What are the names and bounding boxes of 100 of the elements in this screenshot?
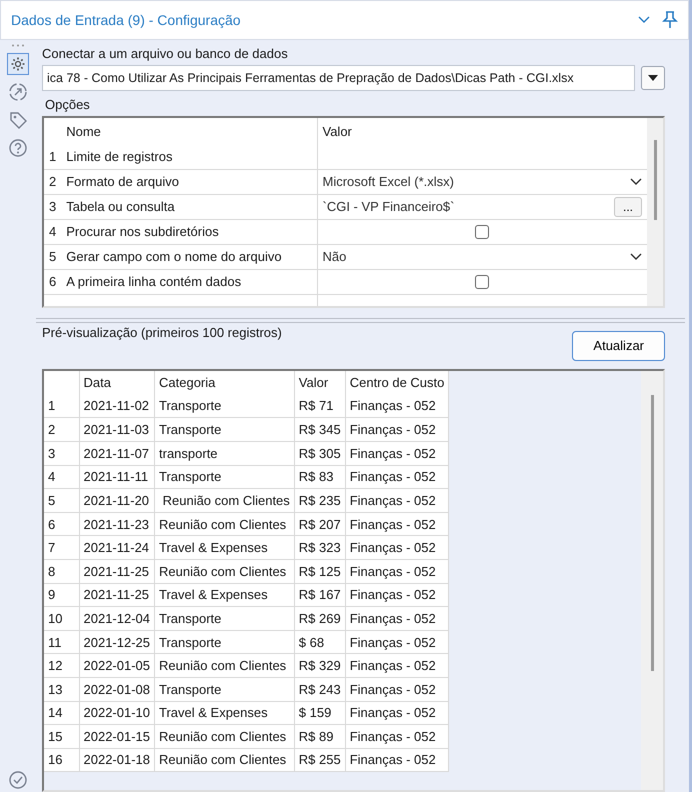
row-number: 14: [44, 701, 79, 725]
option-name: Limite de registros: [61, 144, 317, 169]
table-cell: Finanças - 052: [345, 677, 449, 701]
table-cell: Finanças - 052: [345, 441, 449, 466]
table-cell: Travel & Expenses: [154, 536, 294, 560]
scrollbar-thumb[interactable]: [654, 140, 656, 220]
row-number: 5: [44, 244, 62, 269]
row-number: 3: [44, 441, 79, 466]
table-cell: 2021-11-03: [79, 418, 154, 442]
table-cell: 2022-01-15: [79, 724, 154, 748]
table-cell: Travel & Expenses: [154, 583, 294, 607]
table-cell: R$ 125: [294, 559, 346, 584]
caret-icon: [648, 75, 658, 81]
option-name: Tabela ou consulta: [61, 194, 317, 219]
more-icon[interactable]: [10, 44, 26, 47]
dropdown-button[interactable]: [641, 66, 665, 90]
checkbox[interactable]: [475, 274, 490, 288]
table-cell: 2021-12-04: [79, 606, 154, 630]
column-header: Categoria: [154, 370, 294, 394]
chevron-down-icon: [630, 178, 642, 186]
table-cell: 2022-01-05: [79, 654, 154, 678]
table-cell: R$ 345: [294, 418, 346, 442]
table-cell: R$ 329: [294, 654, 346, 678]
row-number: 13: [44, 677, 79, 701]
table-cell: Finanças - 052: [345, 748, 449, 772]
connect-label: Conectar a um arquivo ou banco de dados: [42, 46, 289, 61]
table-cell: Finanças - 052: [345, 724, 449, 748]
table-cell: Finanças - 052: [345, 418, 449, 442]
refresh-button[interactable]: Atualizar: [572, 330, 665, 361]
table-cell: 2021-11-02: [79, 394, 154, 418]
column-header: Valor: [294, 370, 346, 394]
row-number: 16: [44, 748, 79, 772]
row-number: 1: [44, 144, 62, 169]
table-cell: R$ 269: [294, 606, 346, 630]
table-cell: 2022-01-10: [79, 701, 154, 725]
option-value[interactable]: `CGI - VP Financeiro$`: [322, 199, 454, 214]
row-number: 4: [44, 465, 79, 489]
file-path-field[interactable]: ica 78 - Como Utilizar As Principais Ferramentas de Prepração de Dados\Dicas Path - CGI.xlsx: [42, 65, 635, 91]
table-cell: Transporte: [154, 677, 294, 701]
panel-title: Dados de Entrada (9) - Configuração: [11, 12, 242, 28]
table-cell: 2022-01-08: [79, 677, 154, 701]
table-cell: Transporte: [154, 606, 294, 630]
row-number: 4: [44, 219, 62, 244]
table-cell: $ 159: [294, 701, 346, 725]
table-cell: Reunião com Clientes: [154, 512, 294, 536]
pin-icon[interactable]: [662, 11, 678, 29]
table-cell: transporte: [154, 441, 294, 466]
column-header: Nome: [61, 118, 317, 144]
table-cell: Finanças - 052: [345, 488, 449, 512]
table-cell: 2022-01-18: [79, 748, 154, 772]
settings-icon[interactable]: [7, 53, 29, 75]
row-number: 12: [44, 654, 79, 678]
table-cell: Finanças - 052: [345, 701, 449, 725]
row-number: 1: [44, 394, 79, 418]
table-cell: Finanças - 052: [345, 394, 449, 418]
checkbox[interactable]: [475, 224, 490, 238]
scrollbar-thumb[interactable]: [650, 394, 654, 671]
option-name: Gerar campo com o nome do arquivo: [61, 244, 317, 269]
option-name: Procurar nos subdiretórios: [61, 219, 317, 244]
table-cell: R$ 305: [294, 441, 346, 466]
option-name: A primeira linha contém dados: [61, 269, 317, 294]
table-cell: Transporte: [154, 418, 294, 442]
table-cell: R$ 323: [294, 536, 346, 560]
chevron-down-icon: [638, 16, 650, 24]
table-cell: R$ 235: [294, 488, 346, 512]
table-cell: Reunião com Clientes: [154, 654, 294, 678]
row-number: 6: [44, 512, 79, 536]
table-cell: Reunião com Clientes: [154, 559, 294, 584]
table-cell: $ 68: [294, 630, 346, 654]
table-cell: R$ 207: [294, 512, 346, 536]
option-value[interactable]: Não: [322, 249, 346, 264]
table-cell: Reunião com Clientes: [154, 488, 294, 512]
table-cell: 2021-12-25: [79, 630, 154, 654]
table-cell: 2021-11-20: [79, 488, 154, 512]
row-number: 6: [44, 269, 62, 294]
table-cell: Transporte: [154, 630, 294, 654]
table-cell: Finanças - 052: [345, 512, 449, 536]
table-cell: 2021-11-24: [79, 536, 154, 560]
option-value[interactable]: Microsoft Excel (*.xlsx): [322, 174, 454, 189]
table-cell: Finanças - 052: [345, 606, 449, 630]
arrow-circle-icon[interactable]: [7, 81, 29, 103]
browse-button[interactable]: ...: [614, 196, 642, 216]
row-number: 5: [44, 488, 79, 512]
check-circle-icon: [8, 770, 28, 790]
table-cell: Finanças - 052: [345, 559, 449, 584]
table-cell: R$ 167: [294, 583, 346, 607]
table-cell: R$ 71: [294, 394, 346, 418]
table-cell: Finanças - 052: [345, 583, 449, 607]
row-number: 10: [44, 606, 79, 630]
row-number: 9: [44, 583, 79, 607]
table-cell: R$ 83: [294, 465, 346, 489]
table-cell: Transporte: [154, 465, 294, 489]
column-header: Centro de Custo: [345, 370, 449, 394]
table-cell: 2021-11-23: [79, 512, 154, 536]
option-name: Formato de arquivo: [61, 169, 317, 194]
table-cell: R$ 243: [294, 677, 346, 701]
table-cell: Finanças - 052: [345, 654, 449, 678]
help-icon[interactable]: [7, 137, 29, 159]
table-cell: 2021-11-25: [79, 559, 154, 584]
table-cell: Finanças - 052: [345, 465, 449, 489]
